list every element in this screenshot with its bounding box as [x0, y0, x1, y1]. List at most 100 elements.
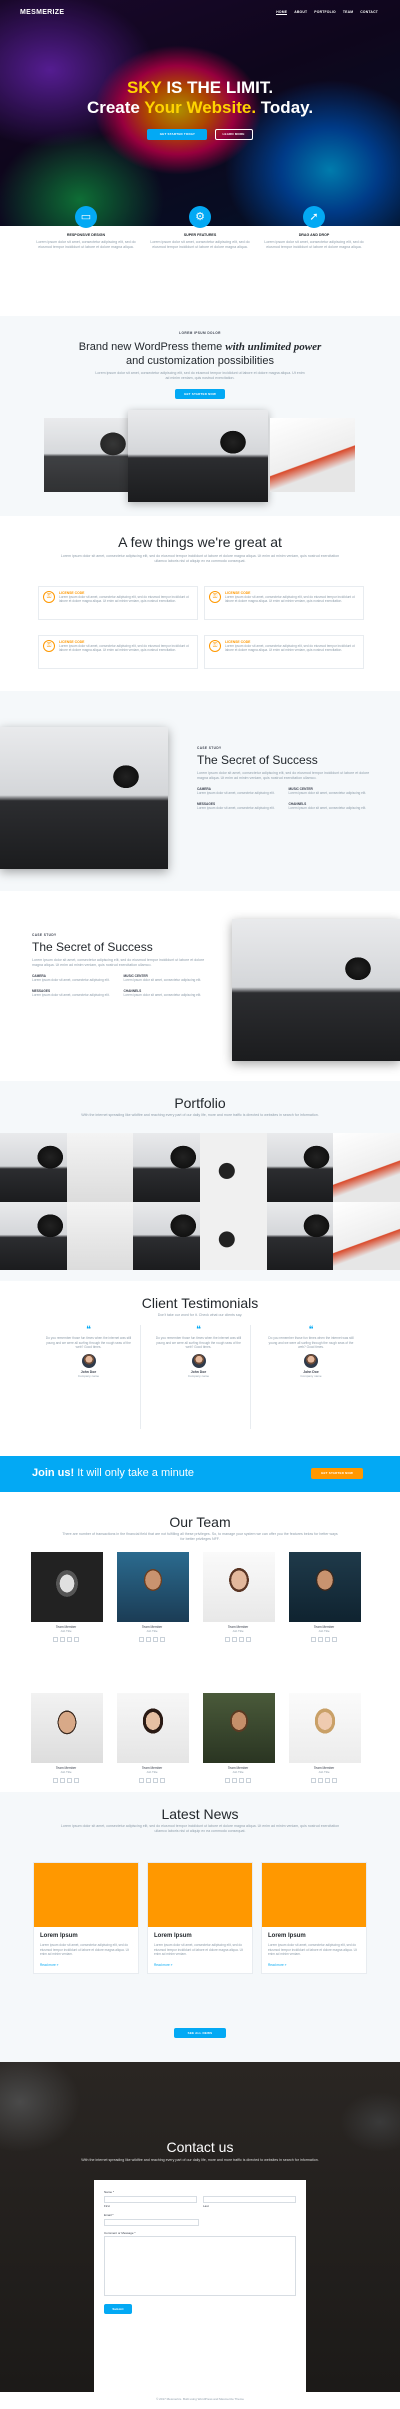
linkedin-icon[interactable]	[153, 1778, 158, 1783]
twitter-icon[interactable]	[318, 1778, 323, 1783]
portfolio-item[interactable]	[266, 1133, 334, 1202]
twitter-icon[interactable]	[60, 1637, 65, 1642]
twitter-icon[interactable]	[232, 1637, 237, 1642]
message-textarea[interactable]	[104, 2236, 296, 2296]
submit-button[interactable]: Submit	[104, 2304, 132, 2314]
feature-super: ⚙ SUPER FEATURES Lorem ipsum dolor sit a…	[150, 206, 250, 250]
linkedin-icon[interactable]	[239, 1778, 244, 1783]
twitter-icon[interactable]	[146, 1778, 151, 1783]
news-title: Latest News	[161, 1806, 239, 1822]
team-member-role: Job Title	[146, 1770, 158, 1774]
great-at-title: A few things we're great at	[118, 534, 282, 550]
twitter-icon[interactable]	[146, 1637, 151, 1642]
portfolio-item[interactable]	[199, 1133, 267, 1202]
contact-title: Contact us	[166, 2139, 234, 2155]
linkedin-icon[interactable]	[239, 1637, 244, 1642]
team-member-photo	[31, 1693, 103, 1763]
first-name-input[interactable]	[104, 2195, 197, 2203]
team-member-role: Job Title	[318, 1770, 330, 1774]
portfolio-item[interactable]	[266, 1201, 334, 1270]
team-member-card: Team Member Job Title	[117, 1693, 189, 1783]
last-name-input[interactable]	[203, 2195, 296, 2203]
facebook-icon[interactable]	[311, 1778, 316, 1783]
join-get-started-button[interactable]: GET STARTED NOW	[311, 1468, 363, 1479]
message-label: Comment or Message *	[104, 2230, 136, 2235]
google-plus-icon[interactable]	[246, 1637, 251, 1642]
facebook-icon[interactable]	[225, 1637, 230, 1642]
news-thumbnail[interactable]	[262, 1863, 366, 1927]
learn-more-button[interactable]: LEARN MORE	[214, 129, 253, 140]
google-plus-icon[interactable]	[246, 1778, 251, 1783]
contact-section: Contact us With the internet spreading l…	[0, 2062, 400, 2392]
portfolio-item[interactable]	[0, 1133, 67, 1202]
news-post-title[interactable]: Lorem Ipsum	[154, 1933, 246, 1939]
linkedin-icon[interactable]	[67, 1637, 72, 1642]
about-kicker: LOREM IPSUM DOLOR	[179, 331, 221, 335]
portfolio-item[interactable]	[333, 1201, 400, 1270]
feature-title: RESPONSIVE DESIGN	[66, 233, 106, 237]
facebook-icon[interactable]	[225, 1778, 230, 1783]
nav-item-team[interactable]: TEAM	[343, 10, 353, 15]
see-all-news-button[interactable]: SEE ALL NEWS	[174, 2028, 226, 2038]
portfolio-section: Portfolio With the internet spreading li…	[0, 1081, 400, 1281]
read-more-link[interactable]: Read more »	[268, 1963, 360, 1967]
google-plus-icon[interactable]	[160, 1637, 165, 1642]
news-thumbnail[interactable]	[148, 1863, 252, 1927]
google-plus-icon[interactable]	[160, 1778, 165, 1783]
portfolio-item[interactable]	[199, 1201, 267, 1270]
portfolio-item[interactable]	[333, 1133, 400, 1202]
linkedin-icon[interactable]	[325, 1778, 330, 1783]
news-post-text: Lorem ipsum dolor sit amet, consectetur …	[40, 1943, 129, 1957]
nav-item-home[interactable]: HOME	[276, 10, 288, 15]
news-thumbnail[interactable]	[34, 1863, 138, 1927]
nav-item-about[interactable]: ABOUT	[294, 10, 307, 15]
about-get-started-button[interactable]: GET STARTED NOW	[175, 389, 225, 399]
portfolio-item[interactable]	[66, 1201, 134, 1270]
linkedin-icon[interactable]	[67, 1778, 72, 1783]
google-plus-icon[interactable]	[74, 1778, 79, 1783]
quote-icon: ❝	[196, 1324, 201, 1334]
great-at-item-text: Lorem ipsum dolor sit amet, consectetur …	[225, 644, 355, 653]
about-title-em: with unlimited power	[225, 341, 322, 353]
twitter-icon[interactable]	[318, 1637, 323, 1642]
case-study-stat: CHANNELS Lorem ipsum dolor sit amet, cons…	[124, 989, 208, 998]
stat-text: Lorem ipsum dolor sit amet, consectetur …	[123, 978, 202, 982]
team-member-card: Team Member Job Title	[31, 1552, 103, 1642]
facebook-icon[interactable]	[53, 1778, 58, 1783]
facebook-icon[interactable]	[139, 1778, 144, 1783]
stat-text: Lorem ipsum dolor sit amet, consectetur …	[288, 791, 367, 795]
linkedin-icon[interactable]	[325, 1637, 330, 1642]
google-plus-icon[interactable]	[74, 1637, 79, 1642]
facebook-icon[interactable]	[53, 1637, 58, 1642]
portfolio-item[interactable]	[133, 1201, 200, 1270]
portfolio-item[interactable]	[0, 1201, 67, 1270]
portfolio-item[interactable]	[66, 1133, 134, 1202]
linkedin-icon[interactable]	[153, 1637, 158, 1642]
read-more-link[interactable]: Read more »	[40, 1963, 132, 1967]
news-post-title[interactable]: Lorem Ipsum	[40, 1933, 132, 1939]
feature-text: Lorem ipsum dolor sit amet, consectetur …	[264, 240, 364, 249]
portfolio-text: With the internet spreading like wildfir…	[81, 1113, 319, 1117]
great-at-item-text: Lorem ipsum dolor sit amet, consectetur …	[59, 644, 189, 653]
portfolio-item[interactable]	[133, 1133, 200, 1202]
nav-item-contact[interactable]: CONTACT	[360, 10, 378, 15]
google-plus-icon[interactable]	[332, 1778, 337, 1783]
feature-text: Lorem ipsum dolor sit amet, consectetur …	[150, 240, 250, 249]
twitter-icon[interactable]	[232, 1778, 237, 1783]
get-started-button[interactable]: GET STARTED TODAY	[147, 129, 208, 140]
team-member-photo	[203, 1693, 275, 1763]
news-post-title[interactable]: Lorem Ipsum	[268, 1933, 360, 1939]
google-plus-icon[interactable]	[332, 1637, 337, 1642]
twitter-icon[interactable]	[60, 1778, 65, 1783]
case-study-stat: CAMERA Lorem ipsum dolor sit amet, consec…	[32, 974, 116, 983]
site-logo[interactable]: MESMERIZE	[20, 9, 64, 16]
read-more-link[interactable]: Read more »	[154, 1963, 246, 1967]
testimonial-quote: Do you remember those fun times when the…	[45, 1336, 132, 1350]
team-member-role: Job Title	[60, 1770, 72, 1774]
email-input[interactable]	[104, 2218, 199, 2226]
case-study-kicker: CASE STUDY	[197, 746, 222, 750]
facebook-icon[interactable]	[139, 1637, 144, 1642]
team-member-role: Job Title	[318, 1629, 330, 1633]
nav-item-portfolio[interactable]: PORTFOLIO	[314, 10, 336, 15]
facebook-icon[interactable]	[311, 1637, 316, 1642]
